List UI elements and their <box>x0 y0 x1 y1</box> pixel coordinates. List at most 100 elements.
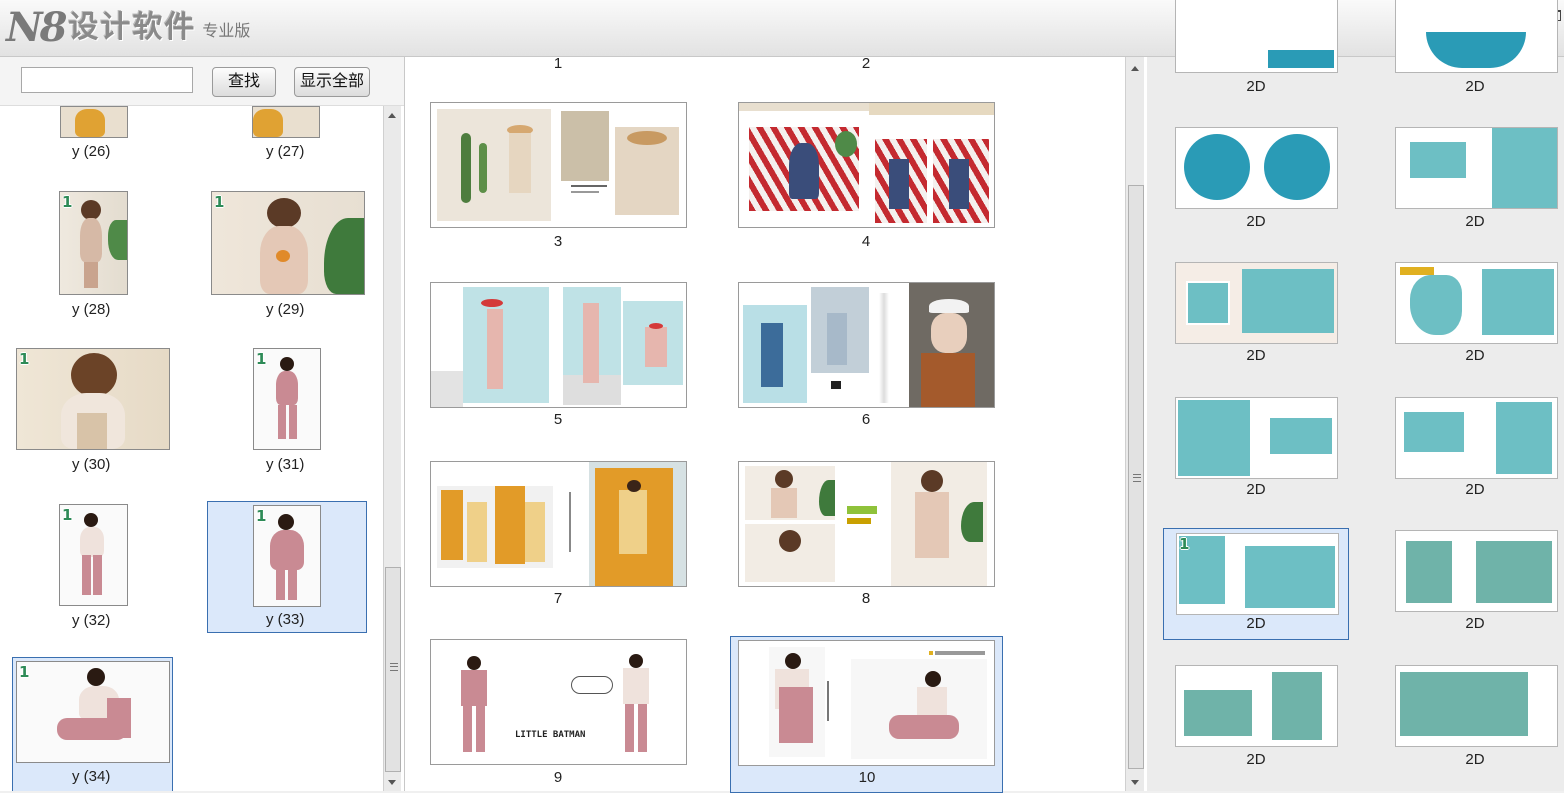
template-label: 2D <box>1246 213 1266 230</box>
photo-label: y (31) <box>266 456 305 473</box>
spread-caption: LITTLE BATMAN <box>515 730 586 740</box>
template-item[interactable] <box>1395 127 1558 209</box>
spread-page[interactable] <box>430 282 687 408</box>
template-item[interactable] <box>1395 397 1558 479</box>
photo-item-selected[interactable]: 1 y (33) <box>207 501 367 633</box>
spread-label: 8 <box>861 590 871 607</box>
scrollbar-thumb[interactable] <box>1128 185 1144 769</box>
spread-page[interactable]: LITTLE BATMAN <box>430 639 687 765</box>
photo-thumbnail: 1 <box>59 504 128 606</box>
grip-icon <box>1133 474 1141 482</box>
spread-label: 3 <box>553 233 563 250</box>
template-label: 2D <box>1465 615 1485 632</box>
photo-label: y (32) <box>72 612 111 629</box>
photo-thumbnail: 1 <box>16 348 170 450</box>
photo-panel: 查找 显示全部 y (26) y (27) 1 y (28) 1 y (29) … <box>0 57 405 791</box>
template-item[interactable] <box>1175 665 1338 747</box>
photo-item[interactable]: 1 y (29) <box>192 186 382 326</box>
photo-label: y (34) <box>72 768 111 785</box>
photo-thumbnail: 1 <box>16 661 170 763</box>
photo-item[interactable]: 1 y (30) <box>0 343 190 483</box>
template-item[interactable] <box>1395 665 1558 747</box>
spread-panel: 1 2 3 4 5 6 7 8 LITTLE BATMAN 9 10 <box>405 55 1147 793</box>
template-panel: 2D 2D 2D 2D 2D 2D 2D 2D 1 2D 2D 2D 2D <box>1147 0 1564 791</box>
app-logo: N8 设计软件 专业版 <box>6 4 250 50</box>
template-label: 2D <box>1246 78 1266 95</box>
photo-thumbnail: 1 <box>253 505 321 607</box>
photo-thumbnail: 1 <box>59 191 128 295</box>
usage-count-badge: 1 <box>62 506 73 524</box>
photo-label: y (26) <box>72 143 111 160</box>
spread-scrollbar[interactable] <box>1125 57 1144 791</box>
photo-label: y (27) <box>266 143 305 160</box>
photo-label: y (28) <box>72 301 111 318</box>
template-item[interactable] <box>1175 262 1338 344</box>
spread-page[interactable] <box>430 102 687 228</box>
spread-page[interactable] <box>738 461 995 587</box>
photo-item[interactable]: 1 y (28) <box>0 186 190 326</box>
photo-list: y (26) y (27) 1 y (28) 1 y (29) 1 y (30)… <box>0 106 382 791</box>
photo-item[interactable]: y (27) <box>192 106 382 166</box>
photo-list-scrollbar[interactable] <box>383 106 401 791</box>
logo-mark: N8 <box>6 4 67 51</box>
template-label: 2D <box>1465 78 1485 95</box>
usage-count-badge: 1 <box>256 507 267 525</box>
photo-item[interactable]: 1 y (31) <box>192 343 382 483</box>
search-bar: 查找 显示全部 <box>0 57 404 106</box>
grip-icon <box>390 663 398 671</box>
template-label: 2D <box>1246 481 1266 498</box>
template-label: 2D <box>1465 481 1485 498</box>
find-button[interactable]: 查找 <box>212 67 276 97</box>
template-item[interactable] <box>1175 0 1338 73</box>
scrollbar-thumb[interactable] <box>385 567 401 772</box>
spread-label: 4 <box>861 233 871 250</box>
show-all-button[interactable]: 显示全部 <box>294 67 370 97</box>
template-item-selected[interactable]: 1 2D <box>1163 528 1349 640</box>
spread-label: 6 <box>861 411 871 428</box>
spread-label: 10 <box>858 769 876 786</box>
scroll-up-arrow-icon[interactable] <box>1127 61 1143 75</box>
photo-label: y (30) <box>72 456 111 473</box>
usage-count-badge: 1 <box>256 350 267 368</box>
template-label: 2D <box>1246 347 1266 364</box>
spread-page[interactable] <box>430 461 687 587</box>
template-label: 2D <box>1246 615 1266 632</box>
template-item[interactable] <box>1175 127 1338 209</box>
template-item[interactable] <box>1395 262 1558 344</box>
search-input[interactable] <box>21 67 193 93</box>
spread-label: 7 <box>553 590 563 607</box>
usage-count-badge: 1 <box>62 193 73 211</box>
photo-item-selected[interactable]: 1 y (34) <box>12 657 173 791</box>
usage-count-badge: 1 <box>214 193 225 211</box>
spread-page[interactable] <box>738 282 995 408</box>
photo-thumbnail <box>252 106 320 138</box>
template-label: 2D <box>1465 347 1485 364</box>
template-label: 2D <box>1465 213 1485 230</box>
photo-label: y (29) <box>266 301 305 318</box>
photo-label: y (33) <box>266 611 305 628</box>
spread-page[interactable] <box>738 102 995 228</box>
scroll-down-arrow-icon[interactable] <box>384 775 400 789</box>
spread-label: 2 <box>861 55 871 72</box>
spread-label: 9 <box>553 769 563 786</box>
scroll-up-arrow-icon[interactable] <box>384 108 400 122</box>
app-edition: 专业版 <box>202 23 251 40</box>
scroll-down-arrow-icon[interactable] <box>1127 775 1143 789</box>
template-label: 2D <box>1246 751 1266 768</box>
spread-page-selected[interactable]: 10 <box>730 636 1003 793</box>
usage-count-badge: 1 <box>1179 535 1190 553</box>
template-thumbnail: 1 <box>1176 533 1339 615</box>
template-item[interactable] <box>1175 397 1338 479</box>
photo-item[interactable]: 1 y (32) <box>0 499 190 639</box>
spread-label: 1 <box>553 55 563 72</box>
photo-item[interactable]: y (26) <box>0 106 190 166</box>
photo-thumbnail: 1 <box>211 191 365 295</box>
usage-count-badge: 1 <box>19 350 30 368</box>
template-item[interactable] <box>1395 530 1558 612</box>
template-label: 2D <box>1465 751 1485 768</box>
spread-thumbnail <box>738 640 995 766</box>
template-item[interactable] <box>1395 0 1558 73</box>
usage-count-badge: 1 <box>19 663 30 681</box>
photo-thumbnail <box>60 106 128 138</box>
spread-label: 5 <box>553 411 563 428</box>
